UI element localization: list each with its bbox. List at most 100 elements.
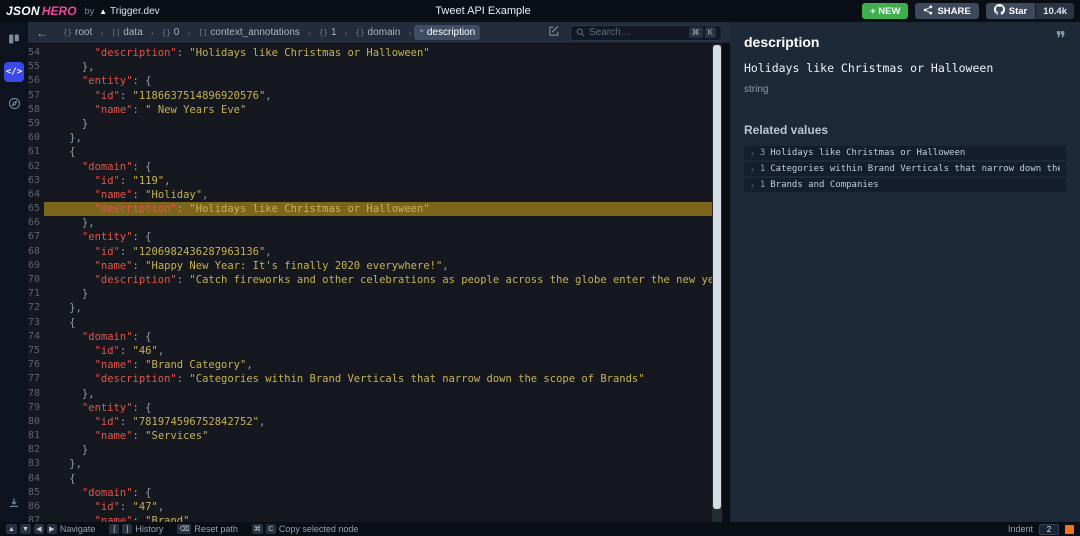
code-line[interactable]: 56 "entity": {: [28, 74, 730, 88]
shortcut-key: ⌘: [252, 524, 263, 534]
code-line[interactable]: 80 "id": "781974596752842752",: [28, 415, 730, 429]
json-punctuation: :: [133, 430, 146, 442]
line-number: 86: [28, 500, 44, 514]
value-type-label: string: [744, 84, 1066, 95]
code-content: "name": " New Years Eve": [44, 103, 730, 117]
code-line[interactable]: 59 }: [28, 117, 730, 131]
editor-view-button[interactable]: </>: [4, 62, 24, 82]
json-punctuation: :: [120, 90, 133, 102]
code-line[interactable]: 84 {: [28, 472, 730, 486]
json-punctuation: }: [44, 444, 88, 456]
tree-view-button[interactable]: [4, 94, 24, 114]
related-value-row[interactable]: ›1Categories within Brand Verticals that…: [744, 162, 1066, 176]
code-content: "description": "Holidays like Christmas …: [44, 202, 730, 216]
breadcrumb-label: 0: [174, 27, 180, 38]
breadcrumb-label: description: [427, 27, 475, 38]
json-string: "Catch fireworks and other celebrations …: [189, 274, 730, 286]
code-line[interactable]: 79 "entity": {: [28, 401, 730, 415]
json-punctuation: [44, 203, 95, 215]
indent-value-input[interactable]: 2: [1039, 524, 1059, 535]
share-button[interactable]: SHARE: [915, 3, 978, 19]
code-line[interactable]: 68 "id": "1206982436287963136",: [28, 245, 730, 259]
code-line[interactable]: 71 }: [28, 287, 730, 301]
json-key: "id": [95, 416, 120, 428]
json-string: "1186637514896920576": [133, 90, 266, 102]
triangle-logo-icon: ▲: [99, 7, 107, 16]
edit-json-button[interactable]: [548, 24, 560, 42]
editor-scrollbar[interactable]: [712, 44, 722, 522]
code-line[interactable]: 75 "id": "46",: [28, 344, 730, 358]
json-key: "entity": [82, 75, 133, 87]
app-logo[interactable]: JSON HERO by ▲ Trigger.dev: [6, 4, 160, 18]
header-actions: + NEW SHARE Star 10.4k: [862, 3, 1074, 19]
json-key: "name": [95, 260, 133, 272]
code-line[interactable]: 83 },: [28, 457, 730, 471]
shortcut-label: Copy selected node: [279, 524, 359, 534]
code-content: "description": "Holidays like Christmas …: [44, 46, 730, 60]
code-content: "name": "Happy New Year: It's finally 20…: [44, 259, 730, 273]
breadcrumb-item-1[interactable]: {}1: [314, 25, 342, 40]
breadcrumb-item-data[interactable]: []data: [106, 25, 148, 40]
code-line[interactable]: 85 "domain": {: [28, 486, 730, 500]
new-button[interactable]: + NEW: [862, 3, 908, 19]
shortcut-key: K: [705, 27, 716, 38]
json-punctuation: },: [44, 217, 95, 229]
json-punctuation: [44, 260, 95, 272]
download-button[interactable]: [4, 494, 24, 514]
search-icon: [576, 28, 585, 37]
code-line[interactable]: 63 "id": "119",: [28, 174, 730, 188]
breadcrumb-item-root[interactable]: {}root: [58, 25, 97, 40]
json-punctuation: : {: [133, 331, 152, 343]
json-punctuation: [44, 75, 82, 87]
github-star-group: Star 10.4k: [986, 3, 1074, 19]
breadcrumb-item-description[interactable]: ❝description: [414, 25, 480, 40]
code-line[interactable]: 70 "description": "Catch fireworks and o…: [28, 273, 730, 287]
code-line[interactable]: 82 }: [28, 443, 730, 457]
code-line[interactable]: 64 "name": "Holiday",: [28, 188, 730, 202]
code-line[interactable]: 65 "description": "Holidays like Christm…: [28, 202, 730, 216]
github-star-button[interactable]: Star: [986, 3, 1035, 19]
code-line[interactable]: 69 "name": "Happy New Year: It's finally…: [28, 259, 730, 273]
search-shortcut: ⌘K: [689, 27, 716, 38]
json-punctuation: },: [44, 302, 82, 314]
json-key: "id": [95, 90, 120, 102]
json-punctuation: [44, 515, 95, 522]
shortcut-key: C: [266, 524, 276, 534]
search-input[interactable]: Search… ⌘K: [570, 25, 722, 41]
code-line[interactable]: 74 "domain": {: [28, 330, 730, 344]
json-punctuation: ,: [246, 359, 252, 371]
back-button[interactable]: ←: [36, 27, 48, 39]
json-punctuation: [44, 402, 82, 414]
code-line[interactable]: 81 "name": "Services": [28, 429, 730, 443]
breadcrumb-item-0[interactable]: {}0: [157, 25, 185, 40]
code-line[interactable]: 67 "entity": {: [28, 230, 730, 244]
code-line[interactable]: 72 },: [28, 301, 730, 315]
code-line[interactable]: 60 },: [28, 131, 730, 145]
code-line[interactable]: 55 },: [28, 60, 730, 74]
code-line[interactable]: 77 "description": "Categories within Bra…: [28, 372, 730, 386]
code-line[interactable]: 54 "description": "Holidays like Christm…: [28, 46, 730, 60]
code-line[interactable]: 58 "name": " New Years Eve": [28, 103, 730, 117]
code-content: "name": "Services": [44, 429, 730, 443]
related-value-row[interactable]: ›3Holidays like Christmas or Halloween: [744, 146, 1066, 160]
code-line[interactable]: 86 "id": "47",: [28, 500, 730, 514]
code-line[interactable]: 62 "domain": {: [28, 160, 730, 174]
code-line[interactable]: 87 "name": "Brand": [28, 514, 730, 522]
scrollbar-thumb[interactable]: [713, 45, 721, 509]
code-line[interactable]: 76 "name": "Brand Category",: [28, 358, 730, 372]
code-line[interactable]: 61 {: [28, 145, 730, 159]
column-view-button[interactable]: [4, 30, 24, 50]
breadcrumb-item-context_annotations[interactable]: []context_annotations: [193, 25, 305, 40]
code-line[interactable]: 57 "id": "1186637514896920576",: [28, 89, 730, 103]
code-line[interactable]: 73 {: [28, 316, 730, 330]
star-button-label: Star: [1009, 6, 1027, 17]
code-line[interactable]: 78 },: [28, 387, 730, 401]
code-line[interactable]: 66 },: [28, 216, 730, 230]
star-count-badge[interactable]: 10.4k: [1035, 3, 1074, 19]
json-punctuation: :: [120, 501, 133, 513]
related-value-row[interactable]: ›1Brands and Companies: [744, 178, 1066, 192]
breadcrumb-label: domain: [368, 27, 401, 38]
shortcut-key: [: [109, 524, 119, 534]
json-punctuation: ,: [158, 345, 164, 357]
breadcrumb-item-domain[interactable]: {}domain: [351, 25, 406, 40]
